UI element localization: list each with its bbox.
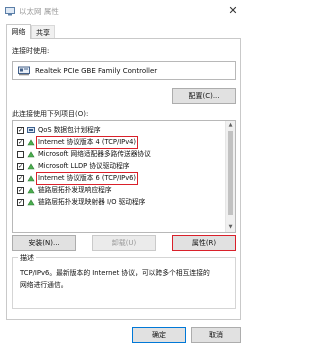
list-item[interactable]: Microsoft 网络适配器多路传送器协议 xyxy=(13,149,227,160)
list-item[interactable]: ✓ QoS 数据包计划程序 xyxy=(13,125,227,136)
description-group: 描述 TCP/IPv6。最新版本的 Internet 协议，可以跨多个相互连接的… xyxy=(12,253,236,309)
item-label: Microsoft 网络适配器多路传送器协议 xyxy=(38,150,151,158)
checkbox[interactable]: ✓ xyxy=(17,198,24,206)
install-button[interactable]: 安装(N)... xyxy=(12,235,76,251)
checkbox[interactable]: ✓ xyxy=(17,186,24,194)
title-bar: 以太网 属性 ✕ xyxy=(0,0,246,23)
item-label: Microsoft LLDP 协议驱动程序 xyxy=(38,162,130,170)
item-label: 链路层拓扑发现响应程序 xyxy=(38,186,112,194)
list-item[interactable]: ✓ 链路层拓扑发现响应程序 xyxy=(13,185,227,196)
item-label: QoS 数据包计划程序 xyxy=(38,126,101,134)
close-icon[interactable]: ✕ xyxy=(226,4,240,18)
adapter-name: Realtek PCIe GBE Family Controller xyxy=(35,67,158,75)
protocol-icon xyxy=(27,163,35,170)
cancel-button[interactable]: 取消 xyxy=(191,327,241,343)
uninstall-button[interactable]: 卸载(U) xyxy=(92,235,156,251)
checkbox[interactable] xyxy=(17,150,24,158)
protocol-icon xyxy=(27,175,35,182)
description-line: TCP/IPv6。最新版本的 Internet 协议，可以跨多个相互连接的 xyxy=(20,269,210,277)
scroll-down-icon[interactable]: ▼ xyxy=(226,223,235,232)
list-item[interactable]: ✓ Internet 协议版本 4 (TCP/IPv4) xyxy=(13,136,227,149)
item-label: Internet 协议版本 4 (TCP/IPv4) xyxy=(35,136,139,149)
qos-service-icon xyxy=(27,127,35,133)
protocol-icon xyxy=(27,151,35,158)
tab-network[interactable]: 网络 xyxy=(6,24,31,39)
adapter-field: Realtek PCIe GBE Family Controller xyxy=(12,61,236,80)
checkbox[interactable]: ✓ xyxy=(17,162,24,170)
checkbox[interactable]: ✓ xyxy=(17,126,24,134)
list-item[interactable]: ✓ 链路层拓扑发现映射器 I/O 驱动程序 xyxy=(13,197,227,208)
ok-button[interactable]: 确定 xyxy=(132,327,186,343)
list-item[interactable]: ✓ Internet 协议版本 6 (TCP/IPv6) xyxy=(13,172,227,185)
protocol-icon xyxy=(27,199,35,206)
network-adapter-icon xyxy=(5,7,15,16)
checkbox[interactable]: ✓ xyxy=(17,174,24,182)
checkbox[interactable]: ✓ xyxy=(17,138,24,146)
network-card-icon xyxy=(18,66,30,76)
items-list: ✓ QoS 数据包计划程序 ✓ Internet 协议版本 4 (TCP/IPv… xyxy=(12,120,236,233)
description-legend: 描述 xyxy=(18,253,36,263)
window-title: 以太网 属性 xyxy=(19,7,59,16)
protocol-icon xyxy=(27,139,35,146)
protocol-icon xyxy=(27,187,35,194)
connect-using-label: 连接时使用: xyxy=(12,47,50,55)
list-item[interactable]: ✓ Microsoft LLDP 协议驱动程序 xyxy=(13,161,227,172)
items-label: 此连接使用下列项目(O): xyxy=(12,110,89,118)
tab-sharing[interactable]: 共享 xyxy=(31,25,55,39)
item-label: Internet 协议版本 6 (TCP/IPv6) xyxy=(35,172,139,185)
item-label: 链路层拓扑发现映射器 I/O 驱动程序 xyxy=(38,198,146,206)
configure-button[interactable]: 配置(C)... xyxy=(172,88,236,104)
properties-button[interactable]: 属性(R) xyxy=(172,235,236,251)
scroll-up-icon[interactable]: ▲ xyxy=(226,121,235,130)
description-text: TCP/IPv6。最新版本的 Internet 协议，可以跨多个相互连接的 网络… xyxy=(20,267,230,291)
description-line: 网络进行通信。 xyxy=(20,281,68,289)
vertical-scrollbar[interactable]: ▲ ▼ xyxy=(225,121,235,232)
scrollbar-thumb[interactable] xyxy=(228,131,233,215)
